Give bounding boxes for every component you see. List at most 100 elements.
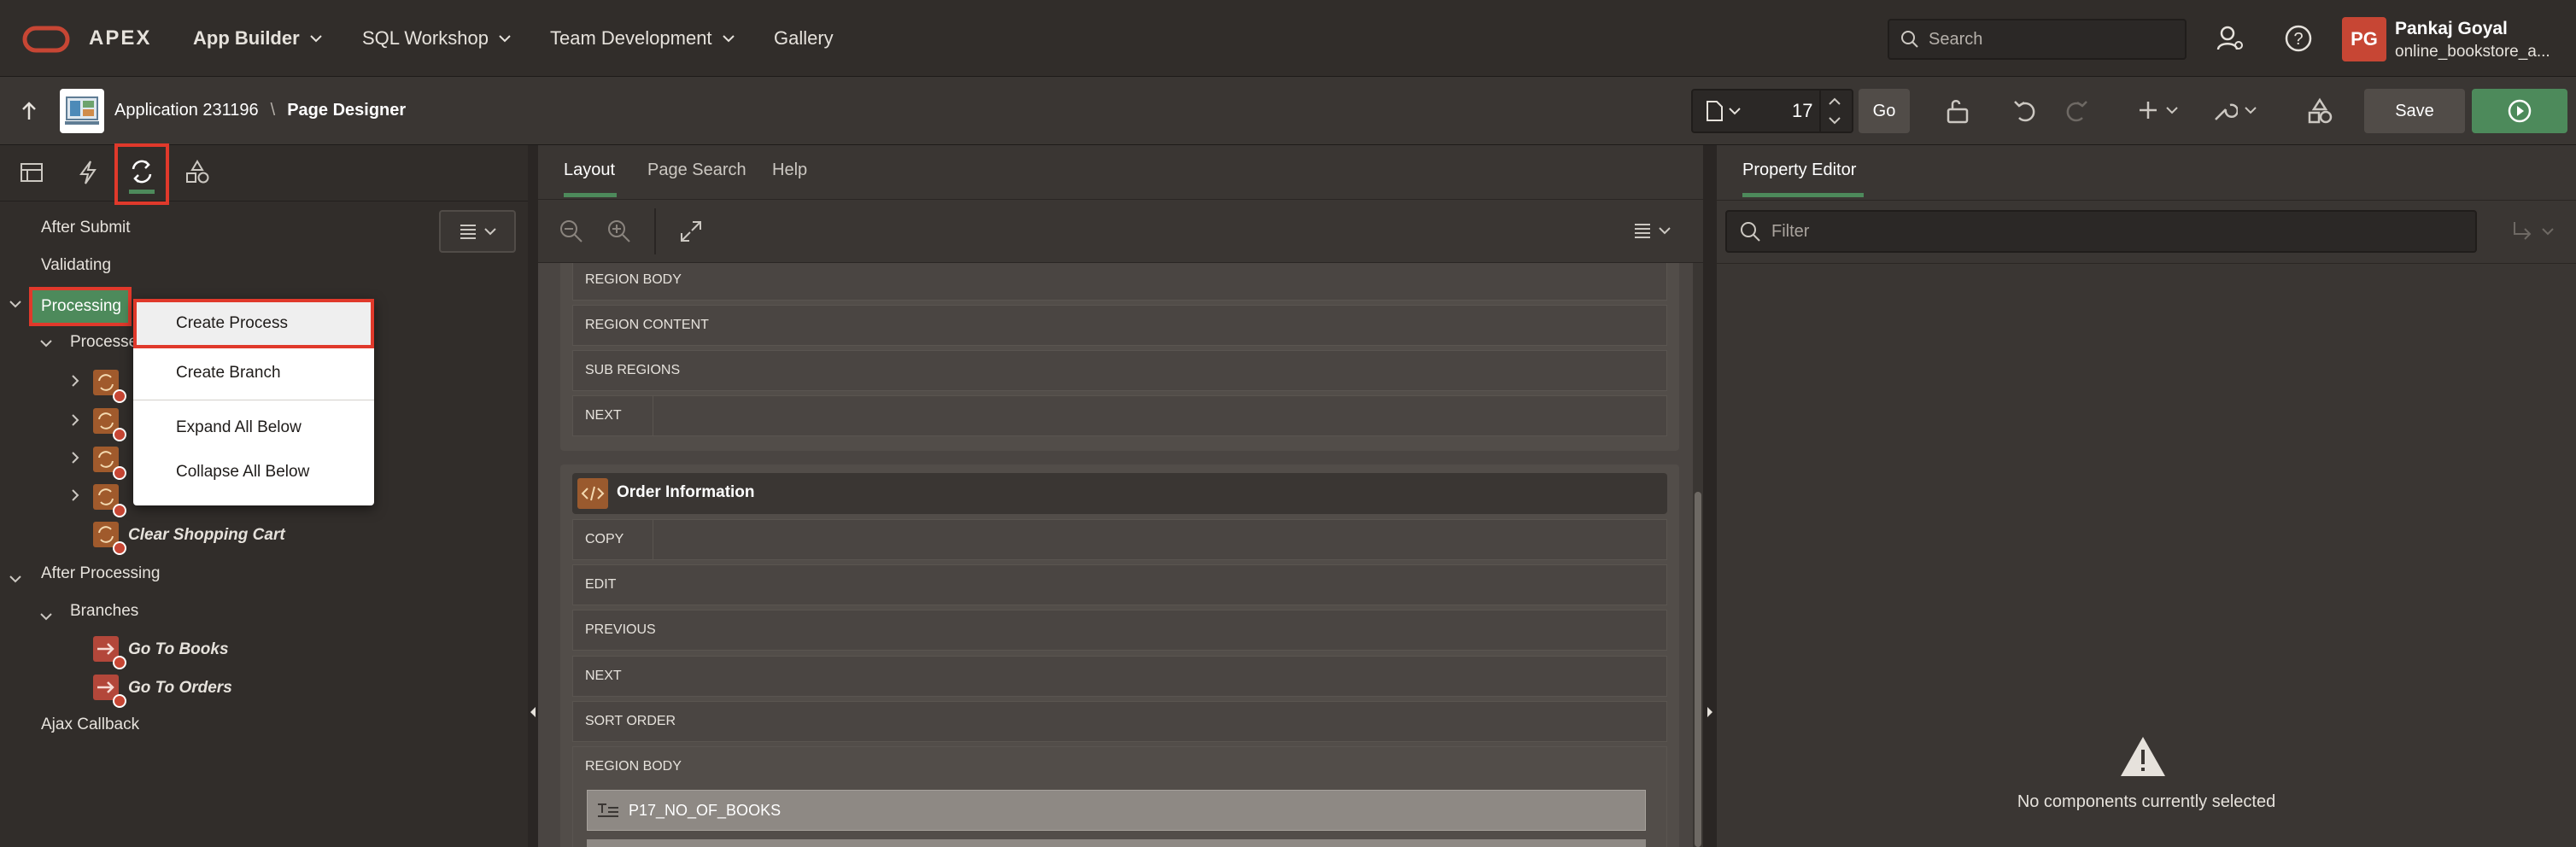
menu-item-collapse-all-below[interactable]: Collapse All Below: [133, 451, 374, 494]
user-avatar[interactable]: PG: [2342, 17, 2386, 61]
expand-toggle-icon[interactable]: [39, 611, 53, 622]
tab-property-editor[interactable]: Property Editor: [1742, 161, 1856, 180]
page-item[interactable]: [587, 839, 1646, 847]
user-name[interactable]: Pankaj Goyal: [2395, 19, 2508, 39]
tree-node-branches[interactable]: Branches: [70, 602, 138, 621]
menu-app-builder[interactable]: App Builder: [193, 27, 322, 50]
collapse-toggle-icon[interactable]: [70, 451, 80, 464]
rendering-tab-icon[interactable]: [19, 161, 44, 184]
region-position-row[interactable]: REGION BODY: [572, 263, 1667, 301]
tree-node-ajax-callback[interactable]: Ajax Callback: [41, 716, 139, 734]
undo-icon[interactable]: [2012, 97, 2040, 125]
code-icon: [577, 478, 608, 509]
region-header[interactable]: Order Information: [572, 473, 1667, 514]
zoom-out-icon[interactable]: [559, 219, 584, 244]
user-settings-icon[interactable]: [2216, 24, 2245, 53]
region-position-row[interactable]: NEXT: [572, 395, 1667, 436]
tab-layout[interactable]: Layout: [564, 161, 615, 180]
menu-gallery[interactable]: Gallery: [774, 27, 834, 50]
shared-components-tab-icon[interactable]: [184, 159, 210, 186]
position-label: NEXT: [585, 396, 653, 435]
breadcrumb-application[interactable]: Application 231196: [114, 101, 259, 120]
menu-team-development[interactable]: Team Development: [550, 27, 735, 50]
region-position-row[interactable]: REGION CONTENT: [572, 305, 1667, 346]
help-icon[interactable]: ?: [2284, 24, 2313, 53]
region-body-position[interactable]: REGION BODY P17_NO_OF_BOOKS: [572, 746, 1667, 847]
button-position-row[interactable]: COPY: [572, 519, 1667, 560]
application-icon[interactable]: [60, 89, 104, 133]
arrow-up-icon[interactable]: [19, 99, 39, 123]
button-position-row[interactable]: SORT ORDER: [572, 701, 1667, 742]
property-filter-input[interactable]: Filter: [1725, 210, 2477, 253]
menu-item-create-process[interactable]: Create Process: [133, 299, 374, 348]
apex-brand[interactable]: APEX: [89, 26, 151, 50]
tree-node-clear-shopping-cart[interactable]: Clear Shopping Cart: [128, 526, 285, 545]
shared-components-icon[interactable]: [2306, 97, 2333, 125]
page-item[interactable]: P17_NO_OF_BOOKS: [587, 790, 1646, 831]
scrollbar-thumb[interactable]: [1695, 492, 1701, 847]
chevron-down-icon: [2166, 106, 2178, 114]
collapse-toggle-icon[interactable]: [70, 413, 80, 427]
canvas-scrollbar[interactable]: [1693, 263, 1703, 847]
menu-lines-icon: [459, 223, 477, 240]
expand-toggle-icon[interactable]: [9, 299, 22, 309]
save-button[interactable]: Save: [2364, 89, 2465, 133]
right-splitter[interactable]: [1703, 145, 1717, 847]
menu-sql-workshop-label: SQL Workshop: [362, 27, 489, 49]
tree-node-go-to-books[interactable]: Go To Books: [128, 640, 229, 659]
processing-tab[interactable]: [114, 143, 169, 205]
tab-help[interactable]: Help: [772, 161, 807, 180]
page-selector[interactable]: 17: [1691, 89, 1853, 133]
branch-icon: [92, 635, 128, 671]
go-to-group-button[interactable]: [2511, 220, 2554, 242]
dynamic-actions-tab-icon[interactable]: [75, 159, 101, 186]
tree-node-processing[interactable]: Processing: [29, 287, 132, 326]
expand-toggle-icon[interactable]: [39, 338, 53, 348]
process-icon: [92, 407, 128, 443]
left-splitter[interactable]: [528, 145, 538, 847]
lock-page-icon[interactable]: [1944, 97, 1971, 125]
tree-context-menu: Create Process Create Branch Expand All …: [133, 299, 374, 505]
region-position-row[interactable]: SUB REGIONS: [572, 350, 1667, 391]
tree-node-after-processing[interactable]: After Processing: [41, 564, 160, 583]
top-navigation-bar: APEX App Builder SQL Workshop Team Devel…: [0, 0, 2576, 77]
redo-icon[interactable]: [2062, 97, 2089, 125]
chevron-down-icon: [1659, 226, 1671, 235]
collapse-toggle-icon[interactable]: [70, 374, 80, 388]
position-label: REGION BODY: [585, 272, 682, 287]
menu-sql-workshop[interactable]: SQL Workshop: [362, 27, 511, 50]
tree-menu-button[interactable]: [439, 210, 516, 253]
oracle-logo-icon[interactable]: [22, 26, 70, 53]
chevron-down-icon: [309, 34, 322, 43]
layout-menu-button[interactable]: [1633, 222, 1671, 239]
tree-node-go-to-orders[interactable]: Go To Orders: [128, 679, 232, 698]
toolbar-divider: [654, 208, 656, 254]
left-pane-tabs: [0, 143, 528, 205]
run-page-button[interactable]: [2472, 89, 2567, 133]
menu-item-expand-all-below[interactable]: Expand All Below: [133, 406, 374, 449]
page-stepper-up-icon[interactable]: [1828, 96, 1841, 108]
page-stepper-down-icon[interactable]: [1828, 114, 1841, 126]
process-icon: [92, 369, 128, 405]
expand-toggle-icon[interactable]: [9, 574, 22, 584]
page-number-input[interactable]: 17: [1792, 100, 1812, 122]
workspace-name[interactable]: online_bookstore_a...: [2395, 43, 2550, 61]
expand-arrows-icon[interactable]: [678, 219, 704, 244]
button-position-row[interactable]: EDIT: [572, 564, 1667, 605]
tab-page-search[interactable]: Page Search: [647, 161, 746, 180]
collapse-right-icon[interactable]: [1706, 705, 1714, 719]
button-position-row[interactable]: NEXT: [572, 656, 1667, 697]
button-position-row[interactable]: PREVIOUS: [572, 610, 1667, 651]
collapse-toggle-icon[interactable]: [70, 488, 80, 502]
tree-node-validating[interactable]: Validating: [41, 256, 111, 275]
utilities-menu-button[interactable]: [2212, 97, 2257, 123]
zoom-in-icon[interactable]: [606, 219, 632, 244]
processing-tab-icon: [129, 159, 155, 184]
global-search-input[interactable]: Search: [1888, 19, 2187, 60]
plus-icon: [2137, 99, 2159, 121]
menu-item-create-branch[interactable]: Create Branch: [133, 352, 374, 394]
collapse-left-icon[interactable]: [529, 705, 537, 719]
go-button[interactable]: Go: [1859, 89, 1910, 133]
tree-node-after-submit[interactable]: After Submit: [41, 219, 131, 237]
create-menu-button[interactable]: [2137, 99, 2178, 121]
